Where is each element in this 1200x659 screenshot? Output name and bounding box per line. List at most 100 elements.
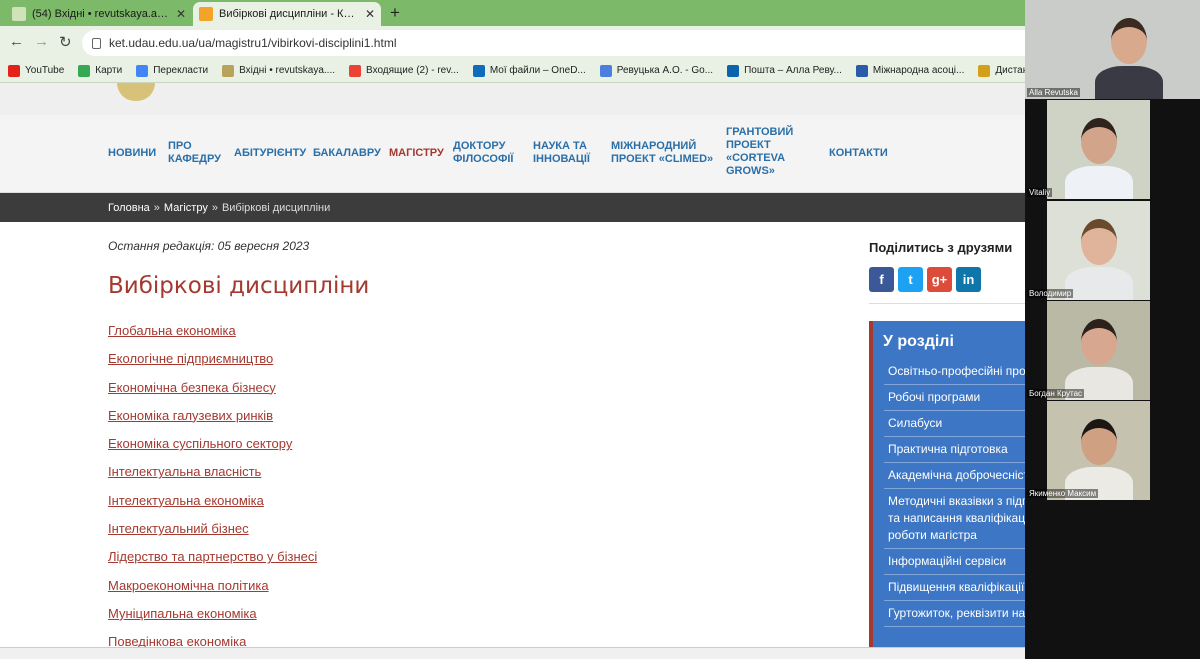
linkedin-icon[interactable]: in (956, 267, 981, 292)
url-field[interactable]: ket.udau.edu.ua/ua/magistru1/vibirkovi-d… (82, 30, 1082, 56)
nav-item[interactable]: Новини (108, 147, 156, 160)
participant-name: Vitaliy (1027, 188, 1053, 197)
breadcrumb-separator: » (153, 201, 160, 214)
discipline-link[interactable]: Екологічне підприємництво (108, 351, 317, 379)
discipline-link[interactable]: Лідерство та партнерство у бізнесі (108, 549, 317, 577)
discipline-link[interactable]: Макроекономічна політика (108, 578, 317, 606)
breadcrumb: Головна » Магістру » Вибіркові дисциплін… (0, 193, 1200, 222)
close-icon[interactable]: ✕ (365, 7, 375, 21)
bookmark-item[interactable]: Ревуцька А.О. - Go... (599, 64, 714, 77)
bookmark-item[interactable]: Пошта – Алла Реву... (727, 64, 842, 77)
bookmark-favicon-icon (136, 64, 149, 77)
participant-video (1047, 201, 1150, 300)
bookmark-favicon-icon (78, 64, 91, 77)
university-logo[interactable] (117, 83, 155, 101)
bookmark-item[interactable]: Входящие (2) - rev... (349, 64, 459, 77)
bookmark-item[interactable]: Перекласти (136, 64, 209, 77)
bookmark-favicon-icon (222, 64, 235, 77)
bookmark-item[interactable]: Вхідні • revutskaya.... (222, 64, 336, 77)
tab-title: (54) Вхідні • revutskaya.alla@ukr... (32, 8, 170, 20)
last-edited: Остання редакція: 05 вересня 2023 (108, 239, 310, 253)
nav-item[interactable]: Магістру (389, 147, 444, 160)
bookmark-label: Міжнародна асоці... (872, 65, 965, 76)
nav-item[interactable]: Грантовий проект «Corteva Grows» (726, 126, 793, 178)
bookmark-favicon-icon (855, 64, 868, 77)
breadcrumb-current: Вибіркові дисципліни (221, 201, 331, 214)
facebook-icon[interactable]: f (869, 267, 894, 292)
bookmark-label: Ревуцька А.О. - Go... (616, 65, 714, 76)
discipline-list: Глобальна економіка Екологічне підприємни… (108, 323, 317, 659)
google-plus-icon[interactable]: g+ (927, 267, 952, 292)
nav-item[interactable]: Наука та інновації (533, 140, 590, 166)
person-head (1111, 18, 1147, 64)
bookmark-item[interactable]: YouTube (8, 64, 65, 77)
discipline-link[interactable]: Інтелектуальна власність (108, 464, 317, 492)
back-icon[interactable]: ← (9, 33, 24, 50)
bookmark-favicon-icon (8, 64, 20, 77)
nav-item[interactable]: Про кафедру (168, 140, 221, 166)
participant-video (1047, 301, 1150, 400)
mail-favicon-icon (12, 7, 26, 21)
participant-video-tile[interactable]: Якименко Максим (1025, 401, 1200, 500)
participant-video-tile[interactable]: Alla Revutska (1025, 0, 1200, 99)
discipline-link[interactable]: Економічна безпека бізнесу (108, 380, 317, 408)
participant-video (1025, 0, 1200, 99)
participant-video-tile[interactable]: Богдан Крутас (1025, 301, 1200, 400)
bookmark-favicon-icon (727, 64, 740, 77)
discipline-link[interactable]: Муніципальна економіка (108, 606, 317, 634)
breadcrumb-parent[interactable]: Магістру (164, 202, 208, 214)
person-body (1095, 66, 1163, 99)
discipline-link[interactable]: Глобальна економіка (108, 323, 317, 351)
participant-video-tile[interactable]: Володимир (1025, 201, 1200, 300)
horizontal-scrollbar[interactable] (0, 647, 1200, 659)
bookmark-label: Вхідні • revutskaya.... (239, 65, 336, 76)
site-logo-strip (0, 83, 1200, 115)
nav-item[interactable]: Абітурієнту (234, 147, 306, 160)
participant-video-tile[interactable]: Vitaliy (1025, 100, 1200, 199)
nav-item[interactable]: Міжнародний проект «CLIMED» (611, 140, 713, 166)
bookmark-label: Пошта – Алла Реву... (744, 65, 842, 76)
main-navigation: Новини Про кафедру Абітурієнту Бакалавру Маг… (0, 115, 1200, 193)
bookmark-favicon-icon (978, 64, 991, 77)
new-tab-icon[interactable]: + (390, 3, 400, 23)
nav-item[interactable]: Бакалавру (313, 147, 381, 160)
bookmark-item[interactable]: Мої файли – OneD... (472, 64, 586, 77)
participant-name: Богдан Крутас (1027, 389, 1085, 398)
site-favicon-icon (199, 7, 213, 21)
breadcrumb-separator: » (211, 201, 218, 214)
nav-item[interactable]: Контакти (829, 147, 888, 160)
bookmark-favicon-icon (349, 64, 362, 77)
tab-mail[interactable]: (54) Вхідні • revutskaya.alla@ukr... ✕ (6, 2, 192, 26)
close-icon[interactable]: ✕ (176, 7, 186, 21)
bookmark-item[interactable]: Міжнародна асоці... (855, 64, 965, 77)
twitter-icon[interactable]: t (898, 267, 923, 292)
discipline-link[interactable]: Економіка галузевих ринків (108, 408, 317, 436)
breadcrumb-home[interactable]: Головна (108, 202, 150, 214)
bookmark-favicon-icon (599, 64, 612, 77)
divider (869, 303, 1025, 304)
bookmark-label: Перекласти (153, 65, 209, 76)
tab-title: Вибіркові дисципліни - Кафедра (219, 8, 359, 20)
discipline-link[interactable]: Економіка суспільного сектору (108, 436, 317, 464)
screen: { "browser":{ "tabs":[ {"title":"(54) Вх… (0, 0, 1200, 659)
person-head (1081, 319, 1117, 365)
page-title: Вибіркові дисципліни (108, 273, 370, 299)
reload-icon[interactable]: ↻ (59, 33, 72, 51)
bookmark-label: Карти (95, 65, 123, 76)
social-share-buttons: f t g+ in (869, 267, 981, 292)
address-bar-row: ← → ↻ ket.udau.edu.ua/ua/magistru1/vibir… (0, 26, 1200, 59)
discipline-link[interactable]: Інтелектуальна економіка (108, 493, 317, 521)
video-call-panel: Alla Revutska Vitaliy Володимир Богдан Крут… (1025, 0, 1200, 659)
tab-active[interactable]: Вибіркові дисципліни - Кафедра ✕ (193, 2, 381, 26)
discipline-link[interactable]: Інтелектуальний бізнес (108, 521, 317, 549)
person-head (1081, 419, 1117, 465)
forward-icon[interactable]: → (34, 33, 49, 50)
participant-video (1047, 100, 1150, 199)
participant-video (1047, 401, 1150, 500)
participant-name: Якименко Максим (1027, 489, 1099, 498)
bookmark-item[interactable]: Карти (78, 64, 123, 77)
bookmark-label: YouTube (25, 65, 65, 76)
nav-item[interactable]: Доктору філософії (453, 140, 513, 166)
section-title: У розділі (883, 333, 954, 350)
tab-bar: (54) Вхідні • revutskaya.alla@ukr... ✕ В… (0, 0, 1200, 26)
